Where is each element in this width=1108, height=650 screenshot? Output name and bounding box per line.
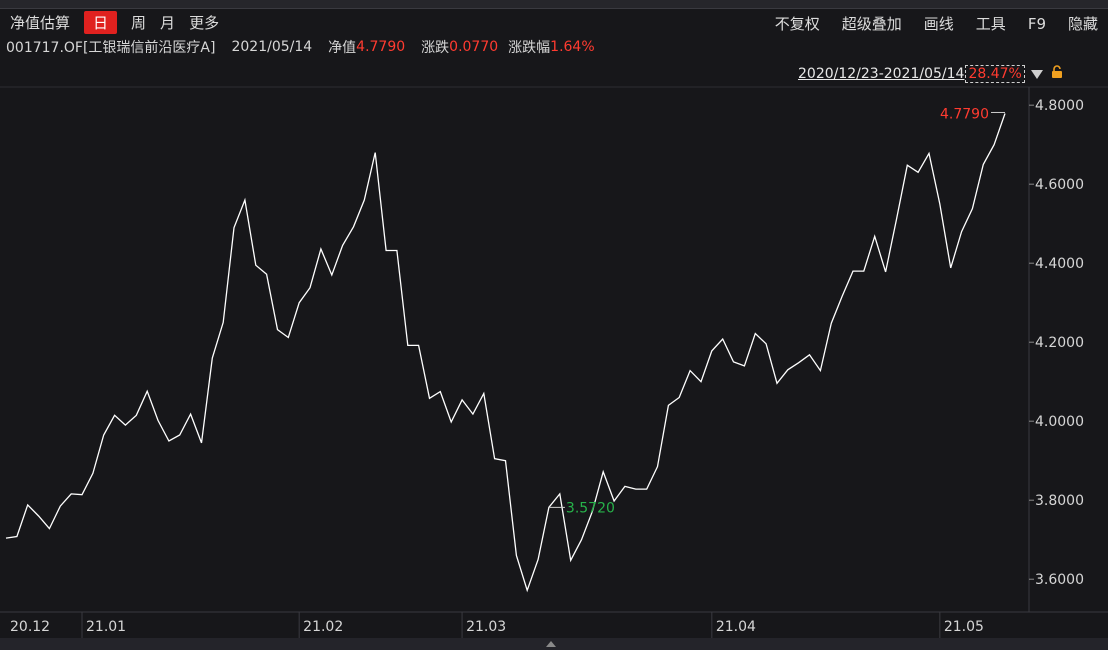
y-tick-label: 3.6000 xyxy=(1035,572,1084,588)
nav-label: 净值 xyxy=(328,40,357,56)
super-overlay-button[interactable]: 超级叠加 xyxy=(842,13,902,34)
chart-annotations: 4.7790 3.5720 xyxy=(548,106,1005,516)
no-adjust-button[interactable]: 不复权 xyxy=(775,13,820,34)
chart-toolbar: 净值估算 日 周 月 更多 不复权 超级叠加 画线 工具 F9 隐藏 xyxy=(0,9,1108,35)
nav-value: 4.7790 xyxy=(356,39,406,55)
change-pct-label: 涨跌幅 xyxy=(508,40,551,56)
period-week-tab[interactable]: 周 xyxy=(131,12,146,33)
x-tick-label: 21.04 xyxy=(716,619,756,635)
x-tick-label: 21.01 xyxy=(86,619,126,635)
lock-icon[interactable] xyxy=(1051,65,1063,83)
info-date: 2021/05/14 xyxy=(231,39,313,55)
x-tick-label: 21.02 xyxy=(303,619,343,635)
x-tick-label: 20.12 xyxy=(10,619,50,635)
draw-line-button[interactable]: 画线 xyxy=(924,13,954,34)
change-value: 0.0770 xyxy=(449,39,499,55)
max-label: 4.7790 xyxy=(940,106,989,122)
bottom-scroll-bar[interactable] xyxy=(0,638,1108,650)
range-text[interactable]: 2020/12/23-2021/05/14 xyxy=(798,66,964,82)
chart-grid xyxy=(0,86,1108,613)
range-pct: 28.47% xyxy=(965,65,1025,83)
x-tick-label: 21.05 xyxy=(944,619,984,635)
y-tick-label: 4.0000 xyxy=(1035,414,1084,430)
nav-estimate-button[interactable]: 净值估算 xyxy=(10,12,70,33)
change-label: 涨跌 xyxy=(421,40,450,56)
fund-code-name: 001717.OF[工银瑞信前沿医疗A] xyxy=(6,40,216,56)
y-tick-label: 3.8000 xyxy=(1035,493,1084,509)
expand-up-icon[interactable] xyxy=(546,641,556,647)
min-label: 3.5720 xyxy=(566,500,615,516)
y-tick-label: 4.2000 xyxy=(1035,335,1084,351)
y-tick-label: 4.6000 xyxy=(1035,177,1084,193)
y-tick-label: 4.4000 xyxy=(1035,256,1084,272)
range-dropdown-icon[interactable] xyxy=(1030,69,1043,79)
y-axis: 4.8000 4.6000 4.4000 4.2000 4.0000 3.8000 3.60… xyxy=(1028,87,1084,612)
nav-line-chart[interactable]: 4.8000 4.6000 4.4000 4.2000 4.0000 3.8000 3.60… xyxy=(0,58,1108,638)
y-tick-label: 4.8000 xyxy=(1035,98,1084,114)
more-periods-button[interactable]: 更多 xyxy=(189,12,219,33)
tools-button[interactable]: 工具 xyxy=(976,13,1006,34)
x-axis: 20.12 21.01 21.02 21.03 21.04 21.05 xyxy=(10,612,984,638)
change-pct-value: 1.64% xyxy=(550,39,595,55)
range-selector[interactable]: 2020/12/23-2021/05/14 28.47% xyxy=(798,64,1063,84)
fund-info-bar: 001717.OF[工银瑞信前沿医疗A] 2021/05/14 净值 4.779… xyxy=(0,36,1108,58)
period-month-tab[interactable]: 月 xyxy=(160,12,175,33)
top-tab-strip xyxy=(0,0,1108,9)
nav-line xyxy=(5,113,1006,593)
x-tick-label: 21.03 xyxy=(466,619,506,635)
period-day-tab[interactable]: 日 xyxy=(84,10,118,34)
hide-button[interactable]: 隐藏 xyxy=(1068,13,1098,34)
nav-series xyxy=(5,113,1006,593)
f9-button[interactable]: F9 xyxy=(1028,15,1046,33)
